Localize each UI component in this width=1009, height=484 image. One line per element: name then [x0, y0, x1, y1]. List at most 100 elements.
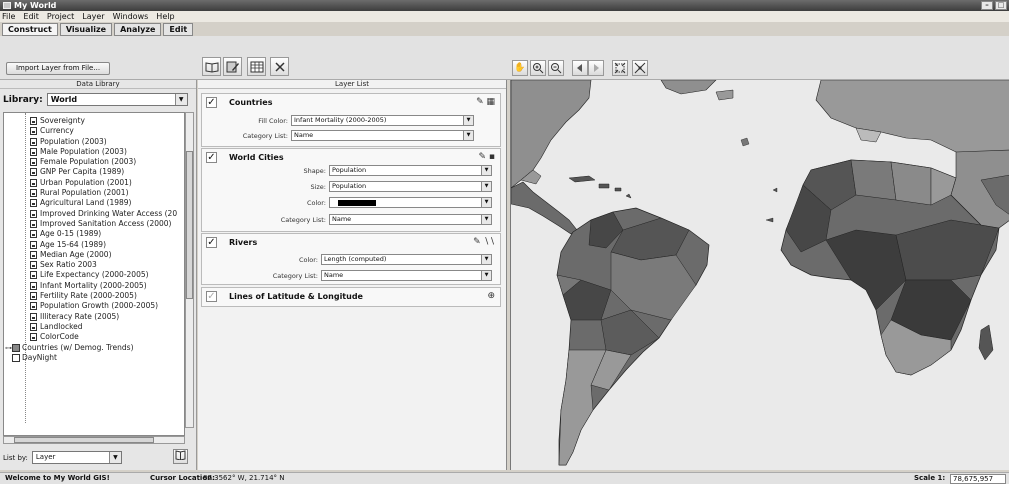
- tab-visualize[interactable]: Visualize: [59, 23, 113, 36]
- library-select[interactable]: World ▼: [46, 93, 188, 106]
- tree-item[interactable]: Agricultural Land (1989): [4, 198, 184, 208]
- chevron-down-icon: ▼: [463, 116, 473, 125]
- color-select[interactable]: Length (computed) ▼: [321, 254, 492, 265]
- tree-item[interactable]: Population Growth (2000-2005): [4, 301, 184, 311]
- menu-layer[interactable]: Layer: [82, 11, 104, 22]
- tree-item[interactable]: Rural Population (2001): [4, 188, 184, 198]
- world-map[interactable]: [511, 80, 1009, 470]
- layer-style-icon[interactable]: ✎ ▪: [478, 152, 495, 162]
- open-book-icon[interactable]: [202, 57, 221, 76]
- library-book-icon[interactable]: [173, 449, 188, 464]
- data-layer-icon: [30, 147, 37, 156]
- tree-item[interactable]: Population (2003): [4, 137, 184, 147]
- library-select-value: World: [50, 95, 78, 104]
- color-label: Color:: [298, 255, 318, 264]
- zoom-in-icon[interactable]: [530, 60, 546, 76]
- tree-item[interactable]: Age 15-64 (1989): [4, 240, 184, 250]
- category-list-select[interactable]: Name ▼: [291, 130, 474, 141]
- delete-layer-icon[interactable]: [270, 57, 289, 76]
- globe-icon[interactable]: ⊕: [487, 291, 495, 301]
- color-swatch: [338, 200, 376, 206]
- tree-item[interactable]: Urban Population (2001): [4, 178, 184, 188]
- edit-layer-icon[interactable]: [223, 57, 242, 76]
- menu-project[interactable]: Project: [47, 11, 74, 22]
- layer-visible-checkbox[interactable]: ✓: [206, 237, 217, 248]
- layer-name: World Cities: [229, 153, 284, 162]
- data-layer-icon: [30, 117, 37, 125]
- tree-item[interactable]: Sovereignty: [4, 116, 184, 126]
- layer-visible-checkbox[interactable]: ✓: [206, 152, 217, 163]
- tree-item[interactable]: Improved Sanitation Access (2000): [4, 219, 184, 229]
- data-layer-icon: [12, 353, 20, 362]
- tree-item[interactable]: Male Population (2003): [4, 147, 184, 157]
- data-layer-icon: [30, 168, 37, 177]
- tree-item[interactable]: Age 0-15 (1989): [4, 229, 184, 239]
- data-layer-icon: [30, 230, 37, 239]
- tree-item[interactable]: Life Expectancy (2000-2005): [4, 270, 184, 280]
- fill-color-select[interactable]: Infant Mortality (2000-2005) ▼: [291, 115, 474, 126]
- data-layer-icon: [30, 302, 37, 311]
- tree-item[interactable]: Infant Mortality (2000-2005): [4, 281, 184, 291]
- scroll-thumb[interactable]: [186, 151, 193, 299]
- menu-windows[interactable]: Windows: [113, 11, 149, 22]
- tree-item[interactable]: Illiteracy Rate (2005): [4, 312, 184, 322]
- list-by-select[interactable]: Layer ▼: [31, 451, 122, 464]
- zoom-out-icon[interactable]: [548, 60, 564, 76]
- tree-vertical-scrollbar[interactable]: [185, 112, 194, 428]
- tree-item[interactable]: Median Age (2000): [4, 250, 184, 260]
- category-list-select[interactable]: Name ▼: [329, 214, 492, 225]
- data-layer-icon: [30, 250, 37, 259]
- minimize-button[interactable]: –: [981, 1, 993, 10]
- data-layer-icon: [30, 199, 37, 208]
- import-layer-button[interactable]: Import Layer from File...: [6, 62, 110, 75]
- size-select[interactable]: Population ▼: [329, 181, 492, 192]
- tree-folder-countries-demog[interactable]: ⊶ Countries (w/ Demog. Trends): [4, 343, 184, 353]
- tree-horizontal-scrollbar[interactable]: [3, 436, 185, 444]
- list-by-label: List by:: [3, 453, 28, 462]
- cursor-location-value: 87.3562° W, 21.714° N: [203, 474, 285, 482]
- tab-analyze[interactable]: Analyze: [114, 23, 162, 36]
- chevron-down-icon: ▼: [481, 166, 491, 175]
- tree-item[interactable]: Female Population (2003): [4, 157, 184, 167]
- pan-hand-icon[interactable]: ✋: [512, 60, 528, 76]
- back-arrow-icon[interactable]: [572, 60, 588, 76]
- layer-visible-checkbox[interactable]: ✓: [206, 97, 217, 108]
- map-view[interactable]: [510, 80, 1009, 470]
- menu-file[interactable]: File: [2, 11, 15, 22]
- tree-item[interactable]: Fertility Rate (2000-2005): [4, 291, 184, 301]
- zoom-to-layer-icon[interactable]: [632, 60, 648, 76]
- layer-visible-checkbox[interactable]: ✓: [206, 291, 217, 302]
- menu-help[interactable]: Help: [156, 11, 174, 22]
- tree-item[interactable]: GNP Per Capita (1989): [4, 167, 184, 177]
- color-select[interactable]: ▼: [329, 197, 492, 208]
- shape-label: Shape:: [303, 166, 326, 175]
- layer-style-icon[interactable]: ✎ ∖∖: [473, 237, 495, 247]
- tree-item-daynight[interactable]: DayNight: [4, 353, 184, 363]
- expand-icon[interactable]: ⊶: [5, 343, 12, 353]
- tab-edit[interactable]: Edit: [163, 23, 194, 36]
- size-label: Size:: [310, 182, 326, 191]
- tree-item[interactable]: Sex Ratio 2003: [4, 260, 184, 270]
- status-bar: Welcome to My World GIS! Cursor Location…: [0, 472, 1009, 484]
- tree-item[interactable]: Improved Drinking Water Access (20: [4, 209, 184, 219]
- tree-item[interactable]: Landlocked: [4, 322, 184, 332]
- forward-arrow-icon[interactable]: [588, 60, 604, 76]
- library-label: Library:: [3, 94, 43, 105]
- menu-edit[interactable]: Edit: [23, 11, 39, 22]
- list-by-value: Layer: [35, 453, 56, 461]
- data-layer-icon: [30, 312, 37, 321]
- table-icon[interactable]: [247, 57, 266, 76]
- data-layer-icon: [30, 209, 37, 218]
- full-extent-icon[interactable]: [612, 60, 628, 76]
- category-list-select[interactable]: Name ▼: [321, 270, 492, 281]
- data-layer-icon: [30, 240, 37, 249]
- maximize-button[interactable]: □: [995, 1, 1007, 10]
- tab-construct[interactable]: Construct: [2, 23, 58, 36]
- layer-style-icon[interactable]: ✎ ▦: [476, 97, 495, 107]
- scroll-thumb[interactable]: [14, 437, 154, 443]
- shape-select[interactable]: Population ▼: [329, 165, 492, 176]
- tree-item[interactable]: ColorCode: [4, 332, 184, 342]
- scale-input[interactable]: 78,675,957: [950, 474, 1006, 484]
- tree-item[interactable]: Currency: [4, 126, 184, 136]
- chevron-down-icon: ▼: [481, 198, 491, 207]
